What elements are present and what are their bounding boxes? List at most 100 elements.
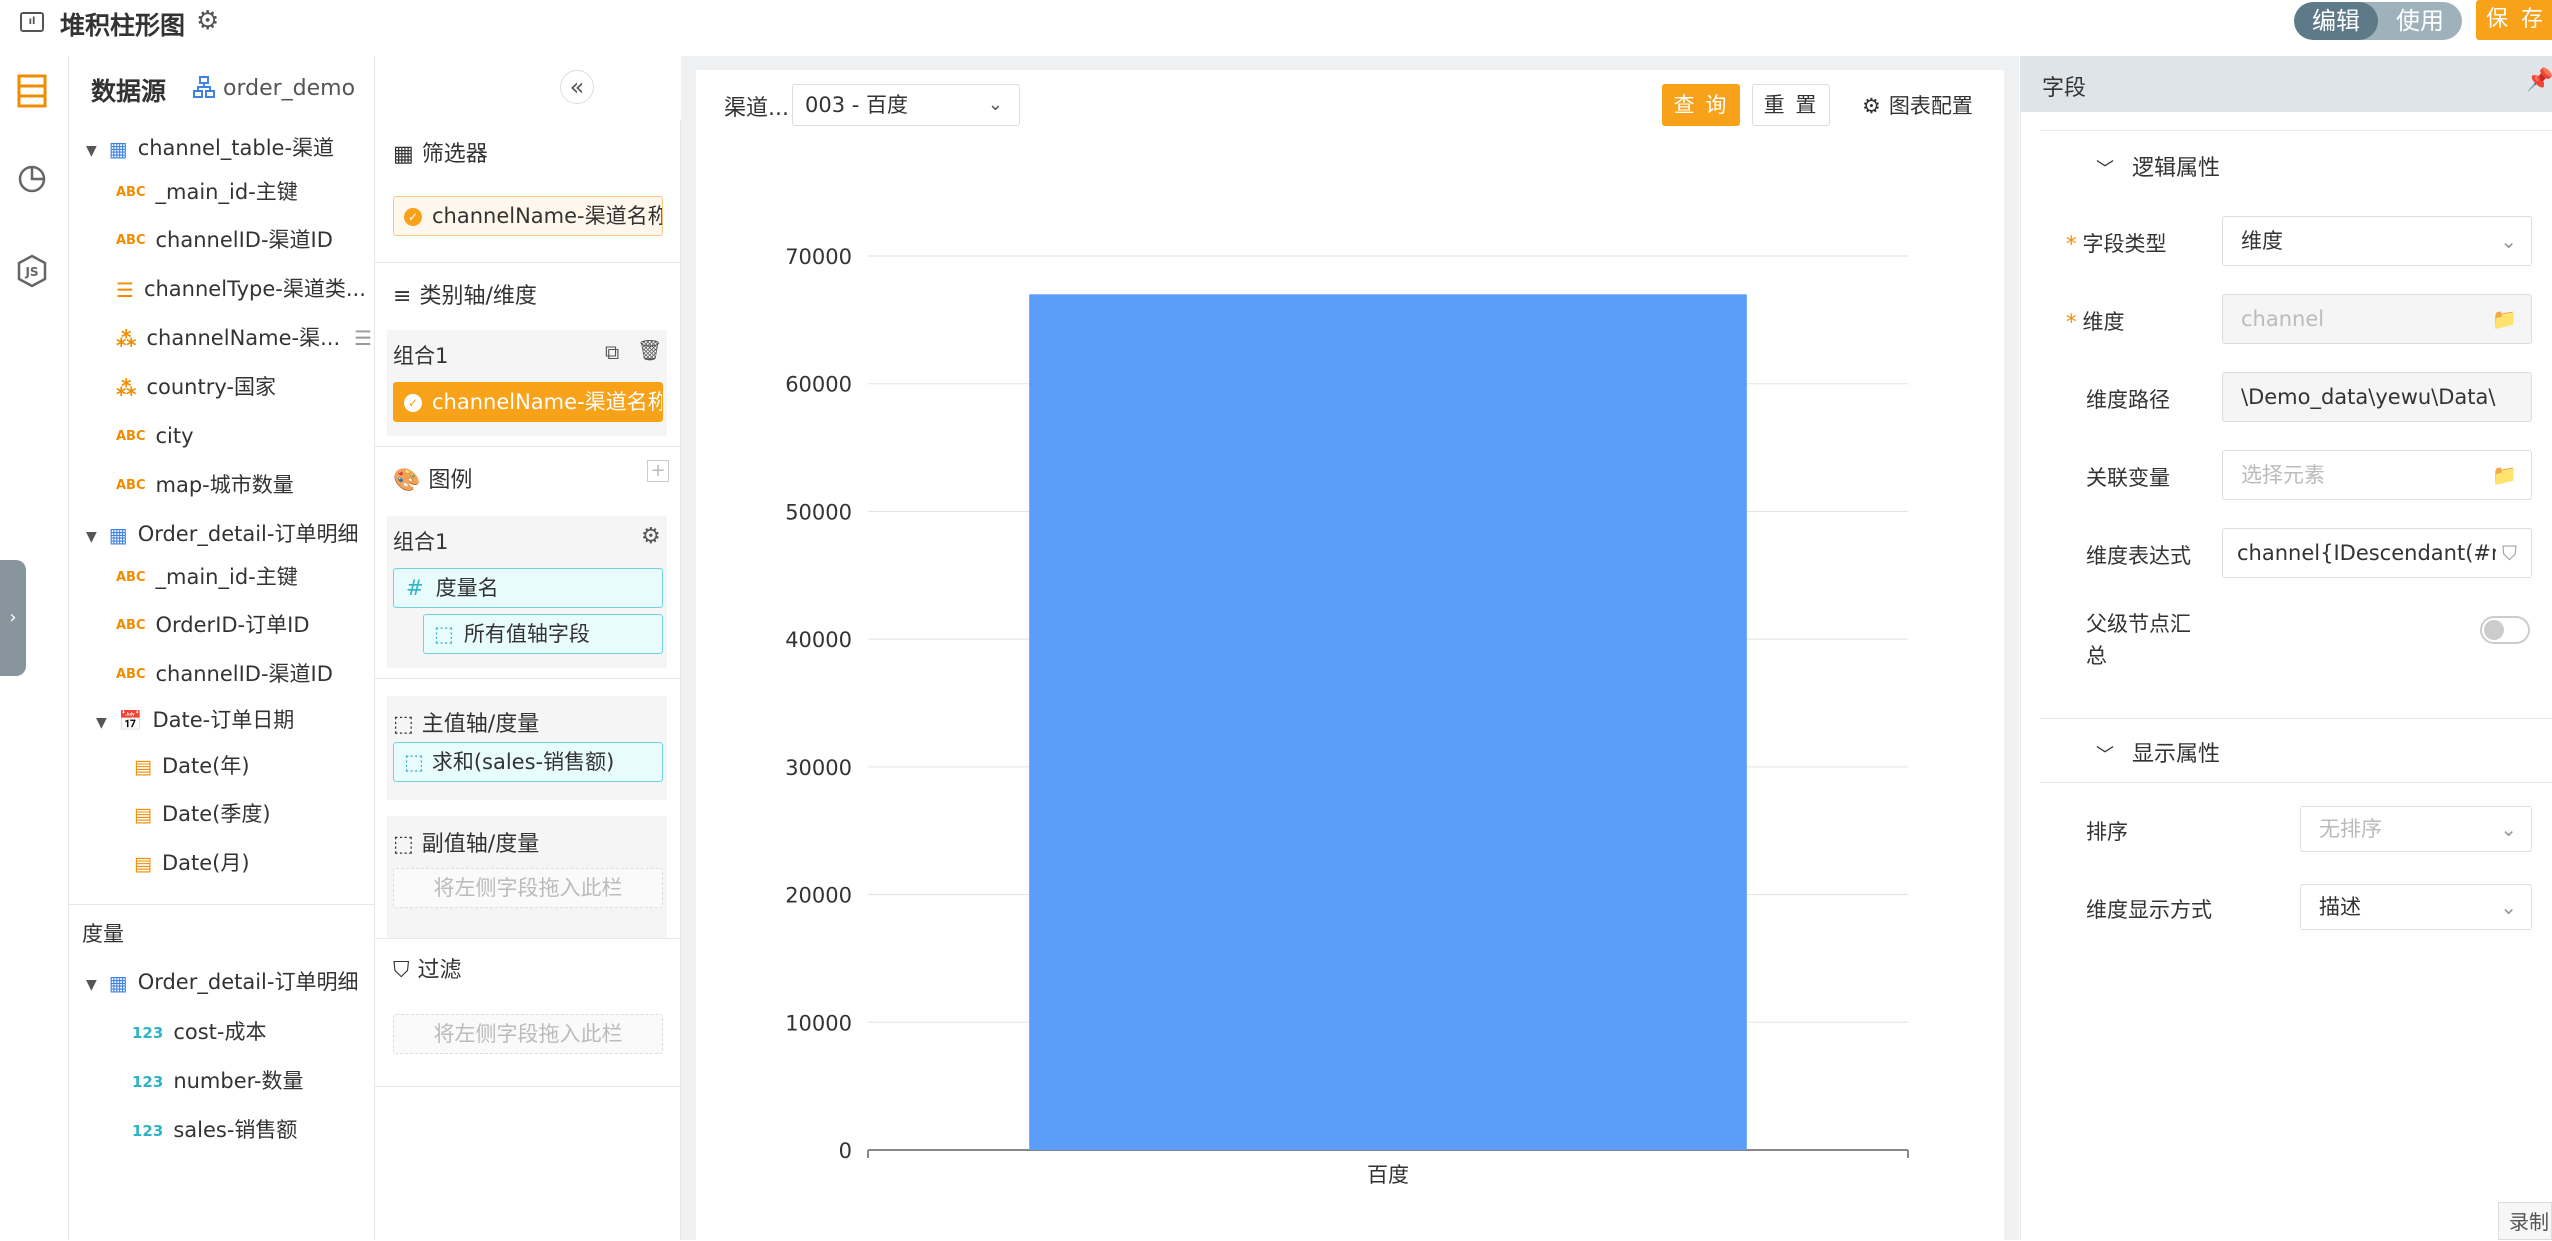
tree-label: channel_table-渠道 xyxy=(137,136,335,160)
drop-zone[interactable]: 将左侧字段拖入此栏 xyxy=(393,1014,663,1054)
y-tick-label: 30000 xyxy=(785,756,852,780)
chevron-down-icon: ﹀ xyxy=(2096,159,2114,180)
gear-icon: ⚙ xyxy=(1862,94,1881,118)
tag-icon: ⬚ xyxy=(393,712,414,737)
logic-section-title[interactable]: ﹀ 逻辑属性 xyxy=(2096,150,2220,182)
tree-field-row[interactable]: ⁂ channelName-渠... ☰ xyxy=(116,318,372,358)
divider xyxy=(2040,782,2552,783)
reset-button[interactable]: 重 置 xyxy=(1752,84,1830,126)
parent-summary-toggle[interactable] xyxy=(2480,616,2530,644)
tree-field-row[interactable]: ABC _main_id-主键 xyxy=(116,557,298,597)
chart-config-link[interactable]: ⚙ 图表配置 xyxy=(1862,90,1973,120)
group-label: 组合1 xyxy=(393,530,449,554)
section-label: 显示属性 xyxy=(2132,742,2221,767)
datasource-name[interactable]: order_demo xyxy=(223,76,355,101)
label-text: 总 xyxy=(2086,644,2107,668)
tree-table-row[interactable]: ▼ ▦ channel_table-渠道 xyxy=(86,128,334,168)
filter-field-pill[interactable]: ✓ channelName-渠道名称 xyxy=(393,196,663,236)
table-icon: ▦ xyxy=(108,137,128,161)
channel-filter-select[interactable]: 003 - 百度 ⌄ xyxy=(792,84,1020,126)
dimension-field[interactable]: channel 📁 xyxy=(2222,294,2532,344)
gear-icon[interactable]: ⚙ xyxy=(196,6,219,36)
measure-row[interactable]: 123 sales-销售额 xyxy=(132,1110,297,1150)
mode-use-button[interactable]: 使用 xyxy=(2378,2,2462,40)
measure-row[interactable]: 123 cost-成本 xyxy=(132,1012,266,1052)
tree-table-row[interactable]: ▼ ▦ Order_detail-订单明细 xyxy=(86,962,358,1002)
top-bar: ıl 堆积柱形图 ⚙ 编辑 使用 保 存 xyxy=(0,0,2552,52)
tree-field-row[interactable]: ☰ channelType-渠道类... xyxy=(116,269,366,309)
divider xyxy=(375,446,680,447)
legend-field-pill[interactable]: # 度量名 xyxy=(393,568,663,608)
database-icon xyxy=(193,76,215,104)
select-value: 描述 xyxy=(2319,895,2361,919)
hierarchy-field-icon: ⁂ xyxy=(116,376,137,400)
folder-icon[interactable]: 📁 xyxy=(2492,451,2517,499)
tree-label: Date(季度) xyxy=(161,802,271,826)
hierarchy-field-icon: ⁂ xyxy=(116,327,137,351)
copy-icon[interactable]: ⧉ xyxy=(605,340,619,364)
save-button[interactable]: 保 存 xyxy=(2476,0,2552,40)
tree-field-row[interactable]: ▤ Date(季度) xyxy=(134,794,271,834)
expand-triangle-icon[interactable]: ▼ xyxy=(96,703,107,743)
folder-icon[interactable]: 📁 xyxy=(2492,295,2517,343)
category-section-title: ≡ 类别轴/维度 xyxy=(393,278,537,310)
dim-display-select[interactable]: 描述 ⌄ xyxy=(2300,884,2532,930)
datasource-title: 数据源 xyxy=(91,77,167,106)
record-button[interactable]: 录制 xyxy=(2498,1202,2552,1240)
text-field-icon: ABC xyxy=(116,667,146,682)
field-type-select[interactable]: 维度 ⌄ xyxy=(2222,216,2532,266)
number-field-icon: 123 xyxy=(132,1073,164,1091)
section-label: 过滤 xyxy=(417,958,462,983)
datasource-icon[interactable] xyxy=(12,74,52,114)
tree-label: channelID-渠道ID xyxy=(155,228,333,252)
expand-triangle-icon[interactable]: ▼ xyxy=(86,517,97,557)
sort-select[interactable]: 无排序 ⌄ xyxy=(2300,806,2532,852)
tree-field-row[interactable]: ▤ Date(年) xyxy=(134,746,250,786)
list-field-icon: ☰ xyxy=(116,278,134,302)
drop-zone[interactable]: 将左侧字段拖入此栏 xyxy=(393,868,663,908)
tree-table-row[interactable]: ▼ ▦ Order_detail-订单明细 xyxy=(86,514,358,554)
divider xyxy=(375,938,680,939)
gear-icon[interactable]: ⚙ xyxy=(641,524,661,549)
tree-field-row[interactable]: ABC channelID-渠道ID xyxy=(116,654,333,694)
legend-section-title: 🎨 图例 xyxy=(393,462,472,494)
dim-display-label: 维度显示方式 xyxy=(2086,898,2212,922)
dim-path-field[interactable]: \Demo_data\yewu\Data\ xyxy=(2222,372,2532,422)
section-label: 主值轴/度量 xyxy=(421,712,540,737)
tree-field-row[interactable]: ABC city xyxy=(116,416,194,456)
expand-triangle-icon[interactable]: ▼ xyxy=(86,965,97,1005)
expand-triangle-icon[interactable]: ▼ xyxy=(86,131,97,171)
main-axis-field-pill[interactable]: ⬚ 求和(sales-销售额) xyxy=(393,742,663,782)
tree-field-row[interactable]: ABC channelID-渠道ID xyxy=(116,220,333,260)
legend-field-pill[interactable]: ⬚ 所有值轴字段 xyxy=(423,614,663,654)
hash-icon: # xyxy=(406,576,424,600)
tree-field-row[interactable]: ▤ Date(月) xyxy=(134,843,250,883)
tree-field-row[interactable]: ABC map-城市数量 xyxy=(116,465,294,505)
sort-label: 排序 xyxy=(2086,820,2128,844)
funnel-icon[interactable]: ⛉ xyxy=(2496,529,2517,577)
trash-icon[interactable]: 🗑 xyxy=(637,338,662,362)
add-icon[interactable]: + xyxy=(647,460,669,482)
calendar-icon: ▤ xyxy=(134,804,152,826)
script-js-icon[interactable]: JS xyxy=(12,254,52,294)
assoc-var-field[interactable]: 选择元素 📁 xyxy=(2222,450,2532,500)
pie-chart-icon[interactable] xyxy=(12,164,52,204)
tree-date-row[interactable]: ▼ 📅 Date-订单日期 xyxy=(96,700,294,740)
mode-toggle[interactable]: 编辑 使用 xyxy=(2294,2,2462,40)
pin-icon[interactable]: 📌 xyxy=(2526,68,2552,93)
mode-edit-button[interactable]: 编辑 xyxy=(2294,2,2378,40)
drag-handle-icon[interactable]: ☰ xyxy=(354,326,372,350)
collapse-panel-button[interactable]: « xyxy=(560,70,594,104)
tree-field-row[interactable]: ⁂ country-国家 xyxy=(116,367,276,407)
display-section-title[interactable]: ﹀ 显示属性 xyxy=(2096,736,2220,768)
divider xyxy=(2040,130,2552,131)
collapse-handle[interactable]: › xyxy=(0,560,26,676)
tree-field-row[interactable]: ABC OrderID-订单ID xyxy=(116,605,310,645)
text-field-icon: ABC xyxy=(116,618,146,633)
measure-row[interactable]: 123 number-数量 xyxy=(132,1061,304,1101)
dim-expr-field[interactable]: channel{IDescendant(#ro ⛉ xyxy=(2222,528,2532,578)
tree-field-row[interactable]: ABC _main_id-主键 xyxy=(116,172,298,212)
filter-section-title: ▦ 筛选器 xyxy=(393,136,488,168)
category-field-pill[interactable]: ✓ channelName-渠道名称 xyxy=(393,382,663,422)
query-button[interactable]: 查 询 xyxy=(1662,84,1740,126)
